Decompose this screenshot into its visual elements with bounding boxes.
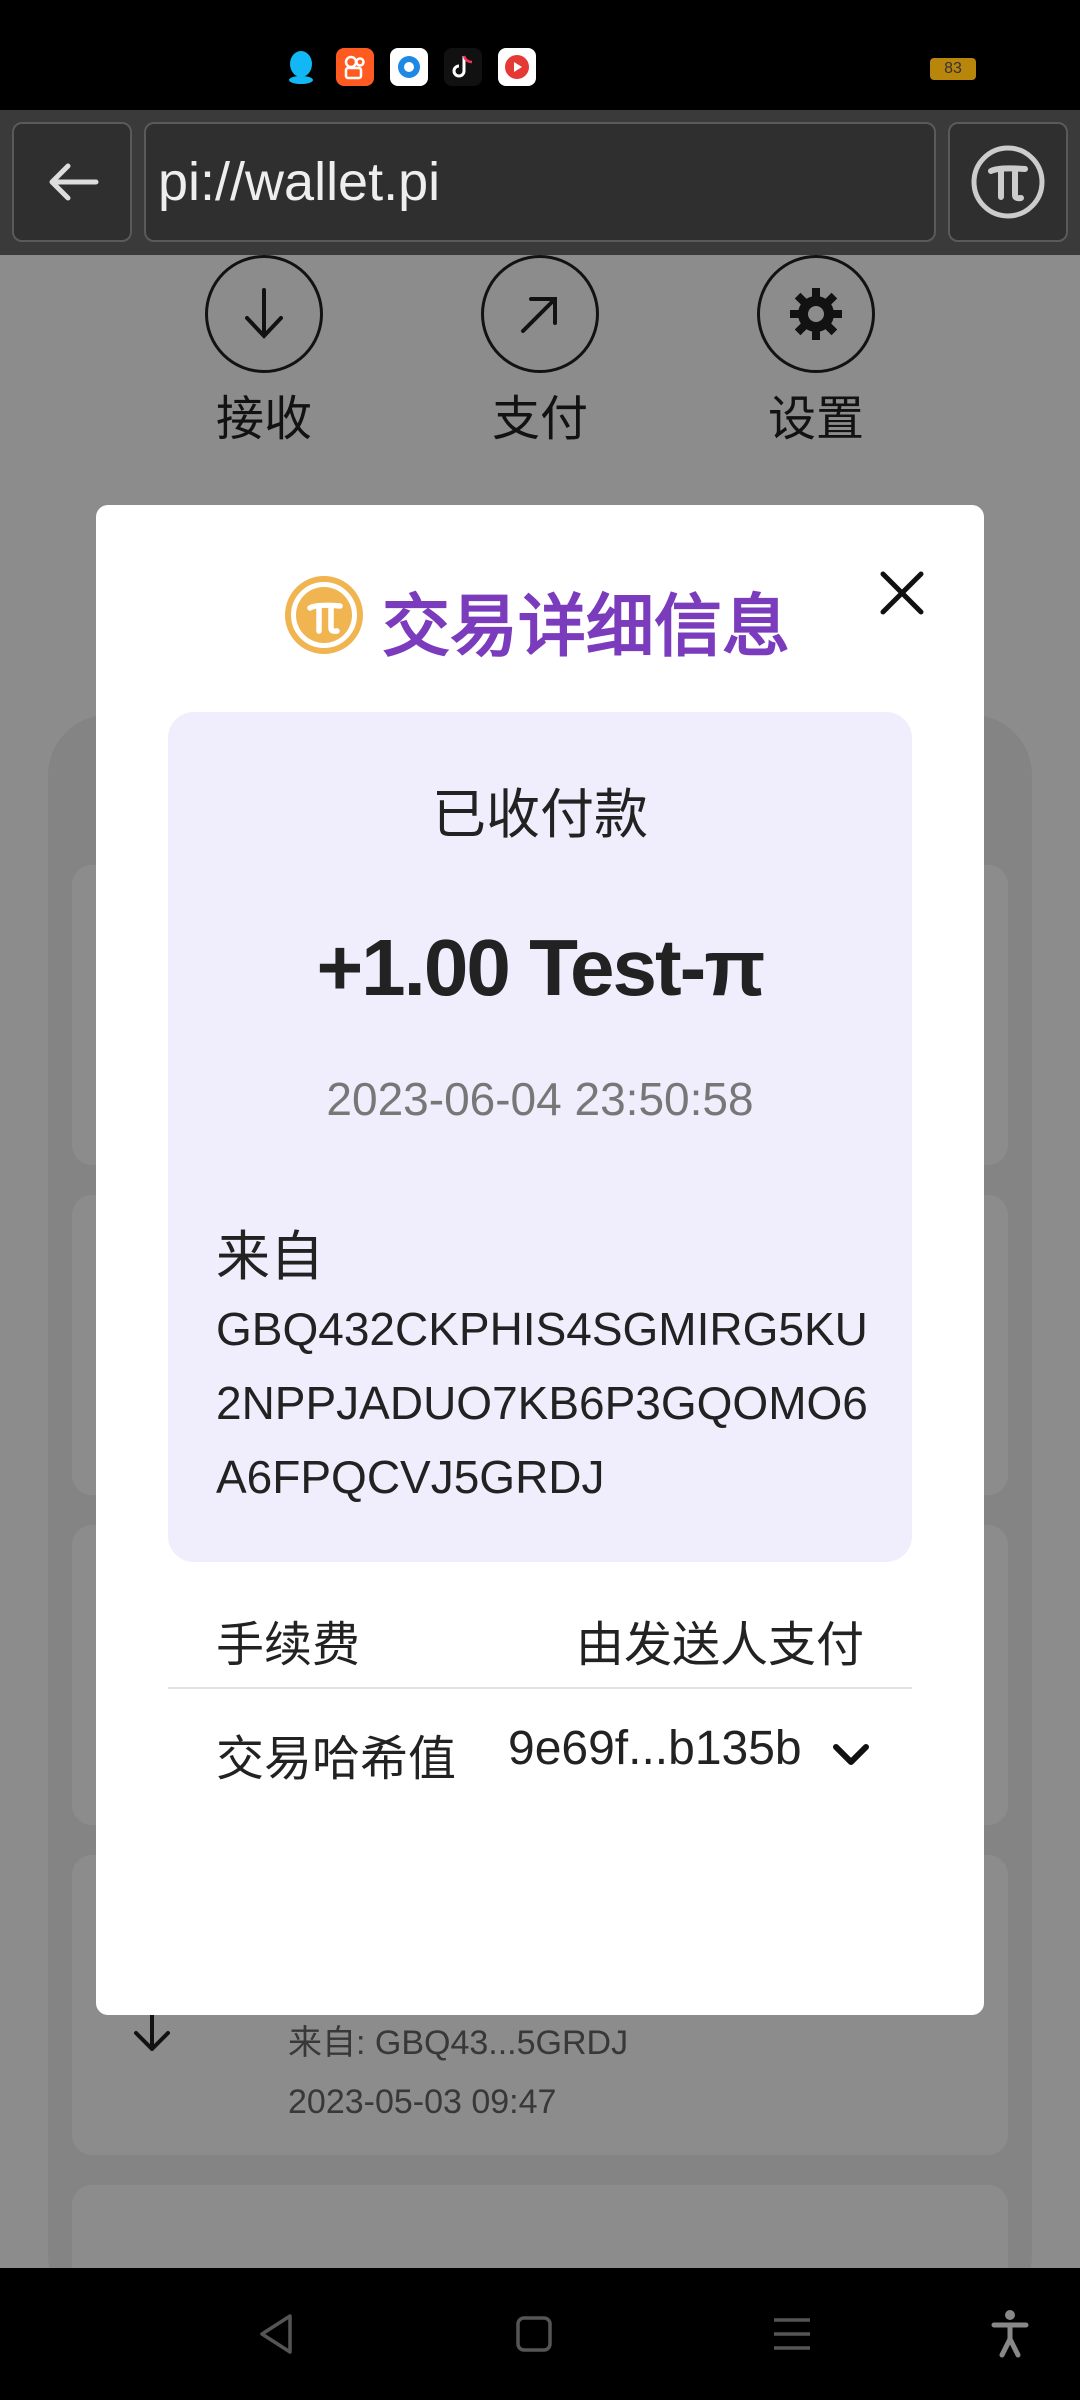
status-bar: 83 [0,0,1080,110]
payment-timestamp: 2023-06-04 23:50:58 [326,1073,754,1125]
url-bar[interactable]: pi://wallet.pi [144,122,936,242]
accessibility-icon [991,2310,1029,2358]
fee-label: 手续费 [216,1619,361,1672]
menu-icon [774,2318,810,2350]
browser-bar: pi://wallet.pi [0,110,1080,255]
back-button[interactable] [12,122,132,242]
qq-icon [282,48,320,86]
notification-icons [282,48,536,86]
from-label: 来自 [216,1227,324,1287]
square-home-icon [516,2316,552,2352]
close-icon [880,571,924,615]
system-nav-bar [0,2268,1080,2400]
browser-icon [390,48,428,86]
pi-browser-button[interactable] [948,122,1068,242]
fee-value: 由发送人支付 [575,1619,864,1672]
nav-back-button[interactable] [246,2306,306,2362]
triangle-back-icon [260,2314,292,2354]
payment-amount: +1.00 Test-π [316,923,765,1012]
pi-logo-icon [971,145,1045,219]
sender-address: GBQ432CKPHIS4SGMIRG5KU2NPPJADUO7KB6P3GQO… [216,1303,868,1503]
hash-label: 交易哈希值 [216,1733,457,1786]
fee-row: 手续费 由发送人支付 [168,1577,912,1689]
tx-hash-row[interactable]: 交易哈希值 9e69f...b135b [168,1689,912,1809]
pi-coin-icon [285,576,363,654]
tiktok-icon [444,48,482,86]
close-button[interactable] [872,563,932,623]
battery-indicator: 83 [930,58,976,80]
payment-summary-card: 已收付款 +1.00 Test-π 2023-06-04 23:50:58 来自… [168,712,912,1562]
nav-menu-button[interactable] [762,2306,822,2362]
kuaishou-icon [336,48,374,86]
video-icon [498,48,536,86]
dialog-header: 交易详细信息 [96,563,984,667]
arrow-left-icon [49,163,99,201]
transaction-details-dialog: 交易详细信息 已收付款 +1.00 Test-π 2023-06-04 23:5… [96,505,984,2015]
nav-home-button[interactable] [504,2306,564,2362]
payment-status: 已收付款 [432,785,648,845]
hash-value: 9e69f...b135b [508,1722,802,1775]
dialog-title: 交易详细信息 [382,588,791,667]
chevron-down-icon[interactable] [828,1731,874,1777]
accessibility-button[interactable] [980,2306,1040,2362]
